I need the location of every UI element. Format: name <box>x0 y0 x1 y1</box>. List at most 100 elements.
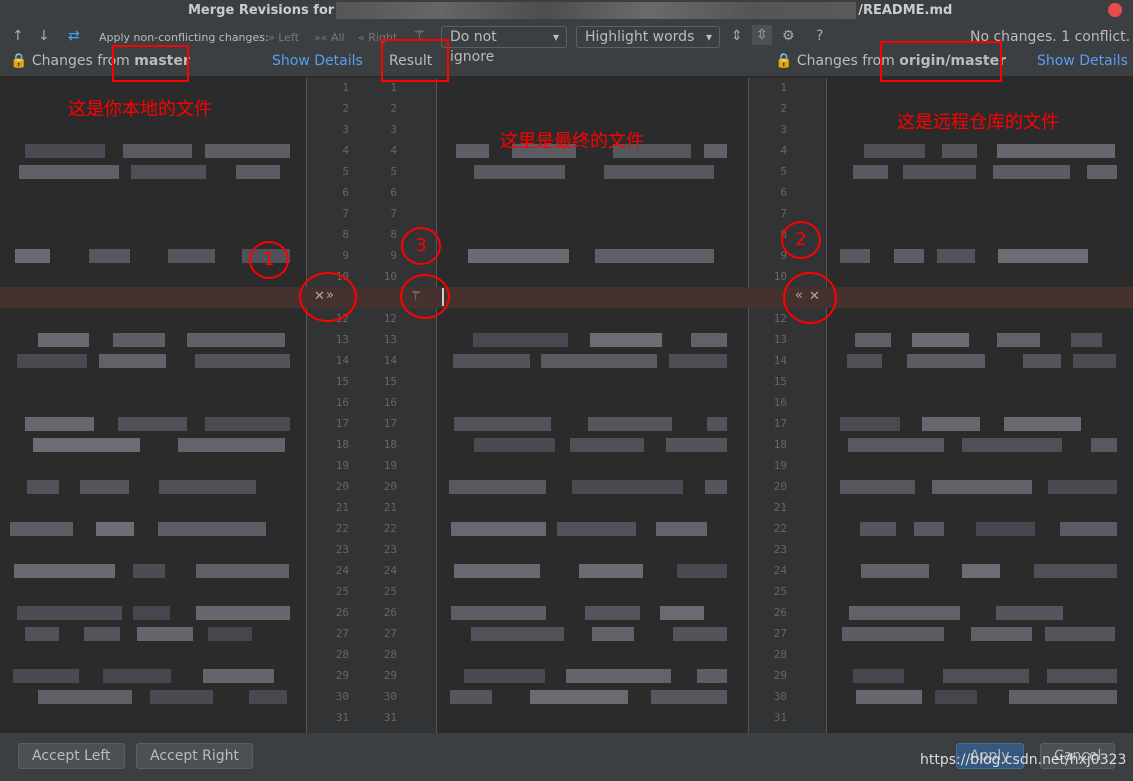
line-number: 4 <box>342 144 349 157</box>
redacted-code <box>133 564 166 578</box>
line-number: 30 <box>335 690 349 703</box>
redacted-code <box>236 165 281 179</box>
line-number: 7 <box>342 207 349 220</box>
redacted-code <box>665 438 727 452</box>
line-number: 31 <box>383 711 397 724</box>
line-number: 12 <box>773 312 787 325</box>
redacted-code <box>26 480 59 494</box>
annotation-right: 这是远程仓库的文件 <box>897 112 1059 133</box>
line-number: 2 <box>390 102 397 115</box>
collapse-icon[interactable]: ⇕ <box>731 28 743 44</box>
line-number: 7 <box>390 207 397 220</box>
line-number: 24 <box>383 564 397 577</box>
line-number: 9 <box>780 249 787 262</box>
line-number: 2 <box>780 102 787 115</box>
redacted-code <box>1090 438 1117 452</box>
left-editor[interactable] <box>0 78 306 733</box>
line-number: 13 <box>773 333 787 346</box>
right-show-details[interactable]: Show Details <box>1037 53 1128 69</box>
redacted-code <box>595 249 715 263</box>
whitespace-select[interactable]: Do not ignore <box>441 26 567 65</box>
redacted-code <box>1073 354 1117 368</box>
redacted-code <box>88 249 130 263</box>
line-number: 27 <box>335 627 349 640</box>
redacted-code <box>922 417 981 431</box>
line-number: 31 <box>773 711 787 724</box>
line-number: 22 <box>383 522 397 535</box>
redacted-code <box>468 249 569 263</box>
redacted-code <box>591 627 634 641</box>
line-number: 28 <box>773 648 787 661</box>
conflict-highlight <box>0 287 306 308</box>
redacted-code <box>1059 522 1117 536</box>
annotation-circle-2: 2 <box>781 221 821 259</box>
line-number: 29 <box>383 669 397 682</box>
redacted-code <box>474 165 566 179</box>
redacted-code <box>204 144 290 158</box>
redacted-code <box>659 606 704 620</box>
window-title: Merge Revisions for/README.md <box>188 2 953 19</box>
redacted-code <box>997 333 1040 347</box>
redacted-code <box>249 690 287 704</box>
redacted-code <box>587 417 672 431</box>
line-number: 9 <box>390 249 397 262</box>
redacted-code <box>572 480 684 494</box>
redacted-code <box>840 480 915 494</box>
redacted-code <box>842 627 944 641</box>
next-change-icon[interactable]: ↓ <box>38 28 50 44</box>
redacted-code <box>941 144 977 158</box>
line-number: 29 <box>335 669 349 682</box>
redacted-code <box>95 522 134 536</box>
line-number: 6 <box>780 186 787 199</box>
line-number: 1 <box>780 81 787 94</box>
redacted-code <box>668 354 727 368</box>
accept-left-button[interactable]: Accept Left <box>18 743 125 769</box>
line-number: 3 <box>342 123 349 136</box>
redacted-code <box>589 333 662 347</box>
conflict-highlight <box>437 287 748 308</box>
line-number: 15 <box>773 375 787 388</box>
redacted-code <box>696 669 727 683</box>
highlight-select[interactable]: Highlight words <box>576 26 720 48</box>
line-number: 25 <box>383 585 397 598</box>
sync-scroll-icon[interactable]: ⇳ <box>752 25 772 45</box>
line-number: 5 <box>780 165 787 178</box>
close-button[interactable] <box>1108 3 1122 17</box>
redacted-code <box>1023 354 1062 368</box>
line-number: 7 <box>780 207 787 220</box>
redacted-code <box>852 669 905 683</box>
redacted-code <box>1046 669 1117 683</box>
annotation-circle-1: 1 <box>249 241 289 279</box>
prev-change-icon[interactable]: ↑ <box>12 28 24 44</box>
result-editor[interactable] <box>437 78 748 733</box>
line-number: 1 <box>390 81 397 94</box>
redacted-code <box>453 564 541 578</box>
magic-resolve-icon[interactable]: ⇄ <box>68 28 80 44</box>
apply-all-button[interactable]: »« All <box>314 31 345 44</box>
gear-icon[interactable]: ⚙ <box>782 28 795 44</box>
line-number: 26 <box>383 606 397 619</box>
redacted-code <box>840 417 900 431</box>
redacted-code <box>178 438 286 452</box>
line-number: 10 <box>773 270 787 283</box>
redacted-code <box>159 480 256 494</box>
redacted-code <box>37 690 133 704</box>
right-editor[interactable] <box>827 78 1133 733</box>
redacted-code <box>157 522 267 536</box>
help-icon[interactable]: ? <box>816 28 823 44</box>
redacted-code <box>451 606 547 620</box>
redacted-code <box>604 165 714 179</box>
line-number: 27 <box>773 627 787 640</box>
apply-left-button[interactable]: » Left <box>268 31 299 44</box>
accept-right-button[interactable]: Accept Right <box>136 743 254 769</box>
result-right-gutter: 1234567891011121314151617181920212223242… <box>748 78 827 733</box>
left-show-details[interactable]: Show Details <box>272 53 363 69</box>
redacted-code <box>195 354 290 368</box>
line-number: 25 <box>335 585 349 598</box>
line-number: 30 <box>773 690 787 703</box>
annotation-circle-wand <box>400 274 450 319</box>
line-number: 18 <box>773 438 787 451</box>
line-number: 4 <box>390 144 397 157</box>
redacted-code <box>530 690 628 704</box>
line-number: 24 <box>335 564 349 577</box>
